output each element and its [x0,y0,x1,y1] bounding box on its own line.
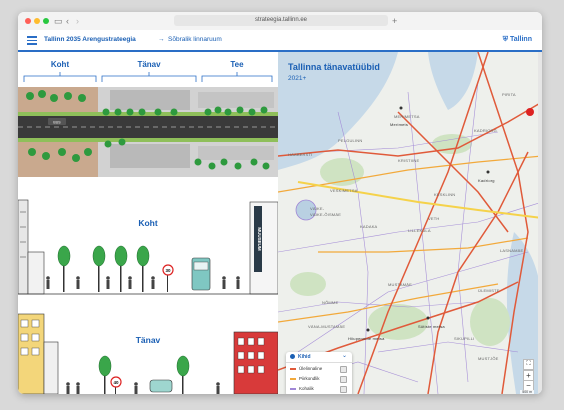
legend-item-label: Piirkondlik [299,376,320,381]
speed-limit-sign-40: 40 [113,380,119,385]
district-label: HAABERSTI [288,152,313,157]
poi-label: Kadriorg [478,178,495,183]
label-koht: Koht [138,218,158,228]
chevron-left-icon[interactable]: ‹ [66,15,69,27]
breadcrumb-page[interactable]: Sõbralik linnaruum [168,35,222,45]
hamburger-menu-icon[interactable] [27,36,37,45]
district-label: KADAKA [360,224,378,229]
fullscreen-icon[interactable]: ⛶ [523,359,534,370]
plus-icon[interactable]: + [392,15,397,27]
map-layers-panel: Kihid ⌄ Ülelinnaline Piirkondlik Kohalik [286,352,352,394]
district-label: VETH [428,216,440,221]
district-label: KRISTIINE [398,158,420,163]
district-label: LILLEKÜLA [408,228,431,233]
browser-window: ▭ ‹ › strateegia.tallinn.ee + Tallinn 20… [18,12,542,394]
minimize-window-button[interactable] [34,18,40,24]
district-label: MUSTJÕE [478,356,499,361]
legend-item-label: Ülelinnaline [299,366,323,371]
district-label: SIKUPILLI [454,336,475,341]
district-label: KESKLINN [434,192,456,197]
museum-sign: MUUSEUM [257,227,262,251]
legend-checkbox-primary[interactable] [340,366,347,373]
layers-icon [290,354,295,359]
legend-checkbox-local[interactable] [340,386,347,393]
label-tanav-top: Tänav [137,60,161,69]
map-title: Tallinna tänavatüübid [288,62,380,72]
tallinn-logo[interactable]: ⛨ Tallinn [503,35,532,45]
sidebar-icon[interactable]: ▭ [54,15,63,27]
speed-limit-sign-30: 30 [165,268,171,273]
district-label: KADRIORG [474,128,497,133]
legend-title: Kihid [298,354,311,360]
poi-label: Hiiupennide metsa [348,336,385,341]
district-label: MERIMETSA [394,114,420,119]
close-window-button[interactable] [25,18,31,24]
browser-toolbar: ▭ ‹ › strateegia.tallinn.ee + [18,12,542,31]
shield-icon: ⛨ [502,36,510,43]
legend-item-label: Kohalik [299,386,314,391]
breadcrumb-title[interactable]: Tallinn 2035 Arengustrateegia [44,35,136,45]
maximize-window-button[interactable] [43,18,49,24]
chevron-right-icon[interactable]: › [76,15,79,27]
poi-label: Merimets [390,122,409,127]
address-bar[interactable]: strateegia.tallinn.ee [174,15,388,26]
chevron-down-icon[interactable]: ⌄ [342,353,347,360]
district-label: LASNAMÄE [500,248,524,253]
legend-swatch-local [290,388,296,390]
label-koht-top: Koht [51,60,70,69]
district-label: ÜLEMISTE [478,288,500,293]
district-label: VESKIMETSA [330,188,358,193]
street-type-illustration: Koht Tänav Tee BUS Koht MUUSEUM 30 Tänav… [18,52,278,394]
map-subtitle: 2021+ [288,75,307,82]
breadcrumb-arrow: → [158,36,165,43]
page-scrollbar[interactable] [538,52,542,394]
district-label: PIRITA [502,92,516,97]
district-label: NÕMME [322,300,339,305]
logo-text: Tallinn [509,36,532,43]
district-label: VÄIKE-ÕISMÄE [310,212,342,217]
label-tanav: Tänav [136,335,161,345]
legend-swatch-secondary [290,378,296,380]
site-header: Tallinn 2035 Arengustrateegia → Sõbralik… [18,30,542,52]
district-label: VÄNA-MUSTAMÄE [308,324,346,329]
street-type-map[interactable]: Tallinna tänavatüübid 2021+ MERIMETSA PE… [278,52,542,394]
scale-bar: 500 m [520,390,534,394]
district-label: VÄIKE- [310,206,325,211]
legend-checkbox-secondary[interactable] [340,376,347,383]
bus-lane-label: BUS [53,121,61,125]
district-label: MUSTAMÄE [388,282,412,287]
district-label: PELGULINN [338,138,363,143]
poi-label: Sütiste metsa [418,324,445,329]
label-tee-top: Tee [230,60,244,69]
legend-swatch-primary [290,368,296,370]
